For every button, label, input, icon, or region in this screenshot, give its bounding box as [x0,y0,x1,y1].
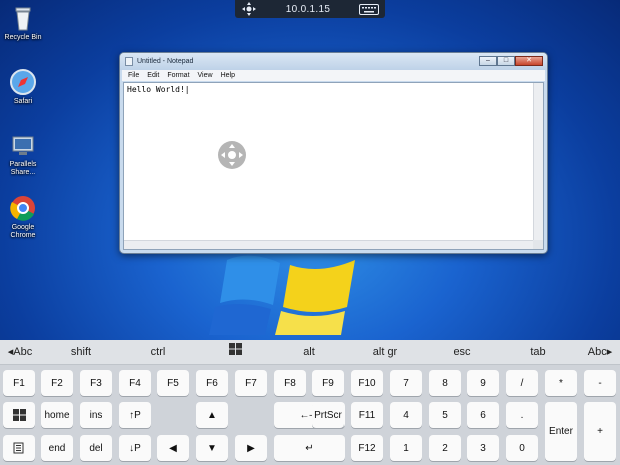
move-arrows-icon [242,2,256,16]
editor-content: Hello World!| [127,85,190,94]
chrome-icon [10,196,35,221]
key-plus[interactable]: + [584,402,616,461]
move-toolbar-button[interactable] [235,0,263,18]
key-page-up[interactable]: ↑P [119,402,151,428]
key-numpad-7[interactable]: 7 [390,370,422,396]
maximize-button[interactable]: □ [497,55,515,66]
windows-logo-wallpaper [209,255,355,335]
key-f11[interactable]: F11 [351,402,383,428]
key-insert[interactable]: ins [80,402,112,428]
desktop-icon-label: Parallels Share... [9,161,37,176]
key-divide[interactable]: / [506,370,538,396]
key-numpad-2[interactable]: 2 [429,435,461,461]
key-minus[interactable]: - [584,370,616,396]
key-f7[interactable]: F7 [235,370,267,396]
text-editor[interactable]: Hello World!| [123,82,544,250]
key-f2[interactable]: F2 [41,370,73,396]
desktop-icon-label: Safari [13,98,33,105]
notepad-icon [125,57,133,66]
key-numpad-4[interactable]: 4 [390,402,422,428]
key-print-screen[interactable]: PrtScr [312,402,344,428]
parallels-share-icon [12,136,34,155]
notepad-window[interactable]: Untitled - Notepad – □ ✕ File Edit Forma… [119,52,548,254]
key-f8[interactable]: F8 [274,370,306,396]
key-end[interactable]: end [41,435,73,461]
win-key[interactable] [212,340,258,365]
key-f6[interactable]: F6 [196,370,228,396]
menu-format[interactable]: Format [167,72,189,79]
menu-help[interactable]: Help [221,72,235,79]
key-f5[interactable]: F5 [157,370,189,396]
keyboard-toggle-button[interactable] [353,0,385,18]
size-grip[interactable] [533,240,543,249]
abc-left-key[interactable]: ◂Abc [0,340,40,365]
tab-key[interactable]: tab [515,340,561,365]
horizontal-scrollbar[interactable] [124,240,533,249]
key-numpad-6[interactable]: 6 [467,402,499,428]
key-f4[interactable]: F4 [119,370,151,396]
key-decimal[interactable]: . [506,402,538,428]
alt-gr-key[interactable]: alt gr [362,340,408,365]
abc-right-key[interactable]: Abc▸ [580,340,620,365]
windows-icon [12,409,26,421]
key-delete[interactable]: del [80,435,112,461]
desktop-icon-safari[interactable]: Safari [0,68,46,106]
drag-handle[interactable] [218,141,246,169]
remote-address: 10.0.1.15 [285,3,331,15]
key-numpad-3[interactable]: 3 [467,435,499,461]
desktop-icon-parallels-share[interactable]: Parallels Share... [0,131,46,177]
menu-view[interactable]: View [198,72,213,79]
key-f12[interactable]: F12 [351,435,383,461]
desktop-icon-label: Google Chrome [10,224,36,239]
move-arrows-icon [221,144,243,166]
key-f3[interactable]: F3 [80,370,112,396]
key-numpad-8[interactable]: 8 [429,370,461,396]
window-title: Untitled - Notepad [137,58,194,65]
desktop-icon-recycle-bin[interactable]: Recycle Bin [0,4,46,42]
menu-file[interactable]: File [128,72,139,79]
key-numpad-9[interactable]: 9 [467,370,499,396]
key-f9[interactable]: F9 [312,370,344,396]
onscreen-keyboard: ◂Abc shift ctrl alt alt gr esc tab Abc▸ … [0,340,620,465]
ctrl-key[interactable]: ctrl [135,340,181,365]
modifier-row: ◂Abc shift ctrl alt alt gr esc tab Abc▸ [0,340,620,365]
esc-key[interactable]: esc [439,340,485,365]
notepad-menubar: File Edit Format View Help [122,70,545,81]
key-f1[interactable]: F1 [3,370,35,396]
key-numpad-5[interactable]: 5 [429,402,461,428]
vertical-scrollbar[interactable] [533,83,543,241]
desktop-icon-label: Recycle Bin [4,34,42,41]
key-home[interactable]: home [41,402,73,428]
key-numpad-0[interactable]: 0 [506,435,538,461]
desktop-icon-google-chrome[interactable]: Google Chrome [0,194,46,240]
key-arrow-left[interactable]: ◀ [157,435,189,461]
shift-key[interactable]: shift [58,340,104,365]
remote-connection-bar: 10.0.1.15 [235,0,385,18]
notepad-titlebar[interactable]: Untitled - Notepad – □ ✕ [120,53,547,70]
key-multiply[interactable]: * [545,370,577,396]
windows-icon [228,343,242,355]
key-numpad-1[interactable]: 1 [390,435,422,461]
key-arrow-up[interactable]: ▲ [196,402,228,428]
key-arrow-down[interactable]: ▼ [196,435,228,461]
menu-edit[interactable]: Edit [147,72,159,79]
minimize-button[interactable]: – [479,55,497,66]
keyboard-icon [359,3,379,15]
key-windows[interactable] [3,402,35,428]
key-f10[interactable]: F10 [351,370,383,396]
key-arrow-right[interactable]: ▶ [235,435,267,461]
key-enter[interactable]: Enter [545,402,577,461]
key-context-menu[interactable] [3,435,35,461]
key-return[interactable]: ↵ [274,435,345,461]
close-button[interactable]: ✕ [515,55,543,66]
menu-icon [13,442,24,454]
desktop: Recycle Bin Safari Parallels Share... Go… [0,0,620,340]
key-page-down[interactable]: ↓P [119,435,151,461]
recycle-bin-icon [15,7,31,31]
safari-icon [10,69,36,95]
alt-key[interactable]: alt [286,340,332,365]
